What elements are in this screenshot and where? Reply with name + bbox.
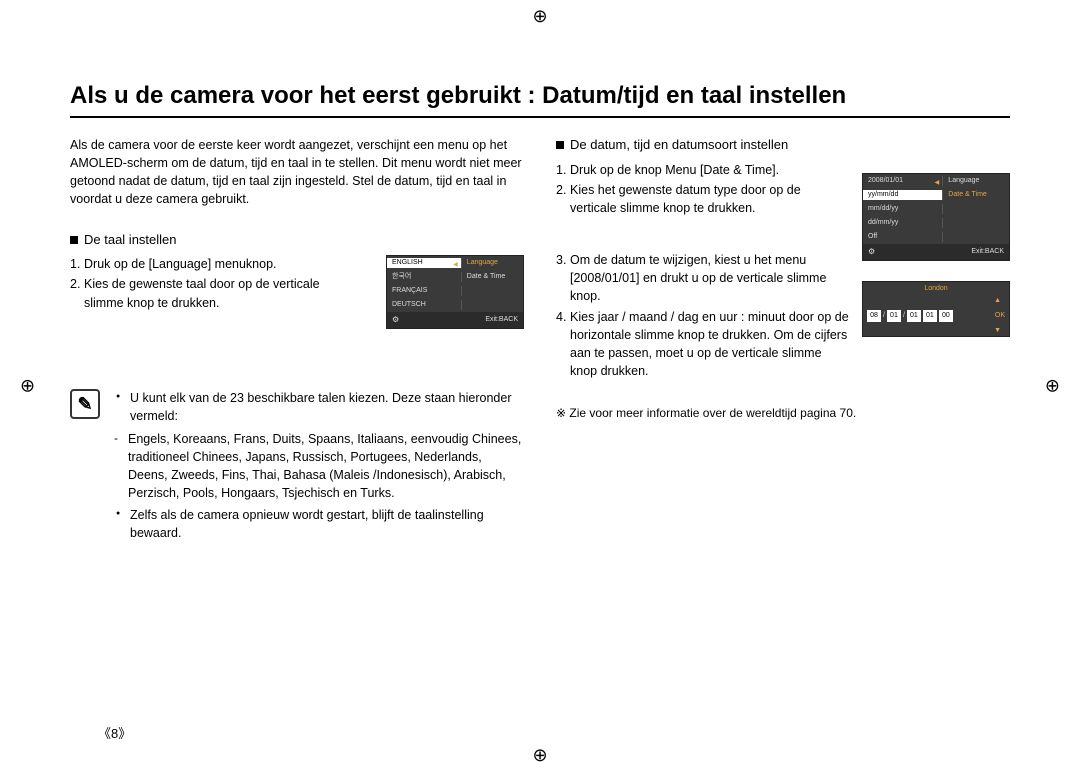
gear-icon xyxy=(392,314,399,326)
lang-row-deutsch: DEUTSCH xyxy=(387,300,462,310)
date-row-yymmdd: yy/mm/dd xyxy=(863,190,943,200)
registration-mark-top: ⊕ xyxy=(532,6,547,27)
note-content: U kunt elk van de 23 beschikbare talen k… xyxy=(110,389,524,546)
lang-row-korean: 한국어 xyxy=(387,272,462,282)
page-title: Als u de camera voor het eerst gebruikt … xyxy=(70,82,1010,118)
date-row-mmddyy: mm/dd/yy xyxy=(863,204,943,214)
lang-row-english: ENGLISH xyxy=(387,258,462,268)
arrow-down-icon: ▼ xyxy=(863,326,1009,336)
time-set-screenshot: London ▲ 08 / 01 / 01 01 00 OK ▼ xyxy=(862,281,1010,337)
note-bullet-2: Zelfs als de camera opnieuw wordt gestar… xyxy=(120,506,524,542)
note-bullet-1: U kunt elk van de 23 beschikbare talen k… xyxy=(120,389,524,425)
page-number: 《8》 xyxy=(98,723,131,742)
digit-year: 08 xyxy=(867,310,881,322)
date-tab-datetime: Date & Time xyxy=(943,190,1009,200)
right-column: De datum, tijd en datumsoort instellen D… xyxy=(556,136,1010,546)
right-steps-wrap: Druk op de knop Menu [Date & Time]. Kies… xyxy=(556,161,1010,381)
digit-month: 01 xyxy=(887,310,901,322)
note-icon: ✎ xyxy=(70,389,100,419)
digit-min: 00 xyxy=(939,310,953,322)
time-ok: OK xyxy=(995,311,1005,321)
right-subhead: De datum, tijd en datumsoort instellen xyxy=(556,136,1010,155)
note-languages-list: Engels, Koreaans, Frans, Duits, Spaans, … xyxy=(120,430,524,503)
digit-hour: 01 xyxy=(923,310,937,322)
arrow-up-icon: ▲ xyxy=(863,296,1009,306)
date-row-off: Off xyxy=(863,232,943,242)
date-menu-screenshot: 2008/01/01 Language yy/mm/dd Date & Time… xyxy=(862,173,1010,261)
left-steps-wrap: Druk op de [Language] menuknop. Kies de … xyxy=(70,255,524,365)
intro-paragraph: Als de camera voor de eerste keer wordt … xyxy=(70,136,524,209)
date-row-ddmmyy: dd/mm/yy xyxy=(863,218,943,228)
date-footer-exit: Exit:BACK xyxy=(971,247,1004,257)
language-menu-screenshot: ENGLISH Language 한국어 Date & Time FRANÇAI… xyxy=(386,255,524,329)
date-tab-language: Language xyxy=(943,176,1009,186)
time-city: London xyxy=(863,282,1009,296)
lang-tab-datetime: Date & Time xyxy=(462,272,523,282)
lang-row-francais: FRANÇAIS xyxy=(387,286,462,296)
digit-day: 01 xyxy=(907,310,921,322)
registration-mark-bottom: ⊕ xyxy=(532,745,547,766)
footnote: Zie voor meer informatie over de wereldt… xyxy=(556,405,1010,422)
page-content: Als u de camera voor het eerst gebruikt … xyxy=(70,0,1010,546)
registration-mark-right: ⊕ xyxy=(1045,376,1060,397)
date-row-date: 2008/01/01 xyxy=(863,176,943,186)
left-column: Als de camera voor de eerste keer wordt … xyxy=(70,136,524,546)
registration-mark-left: ⊕ xyxy=(20,376,35,397)
lang-footer-exit: Exit:BACK xyxy=(485,315,518,325)
left-subhead: De taal instellen xyxy=(70,231,524,250)
note-box: ✎ U kunt elk van de 23 beschikbare talen… xyxy=(70,389,524,546)
gear-icon xyxy=(868,246,875,258)
lang-tab-language: Language xyxy=(462,258,523,268)
